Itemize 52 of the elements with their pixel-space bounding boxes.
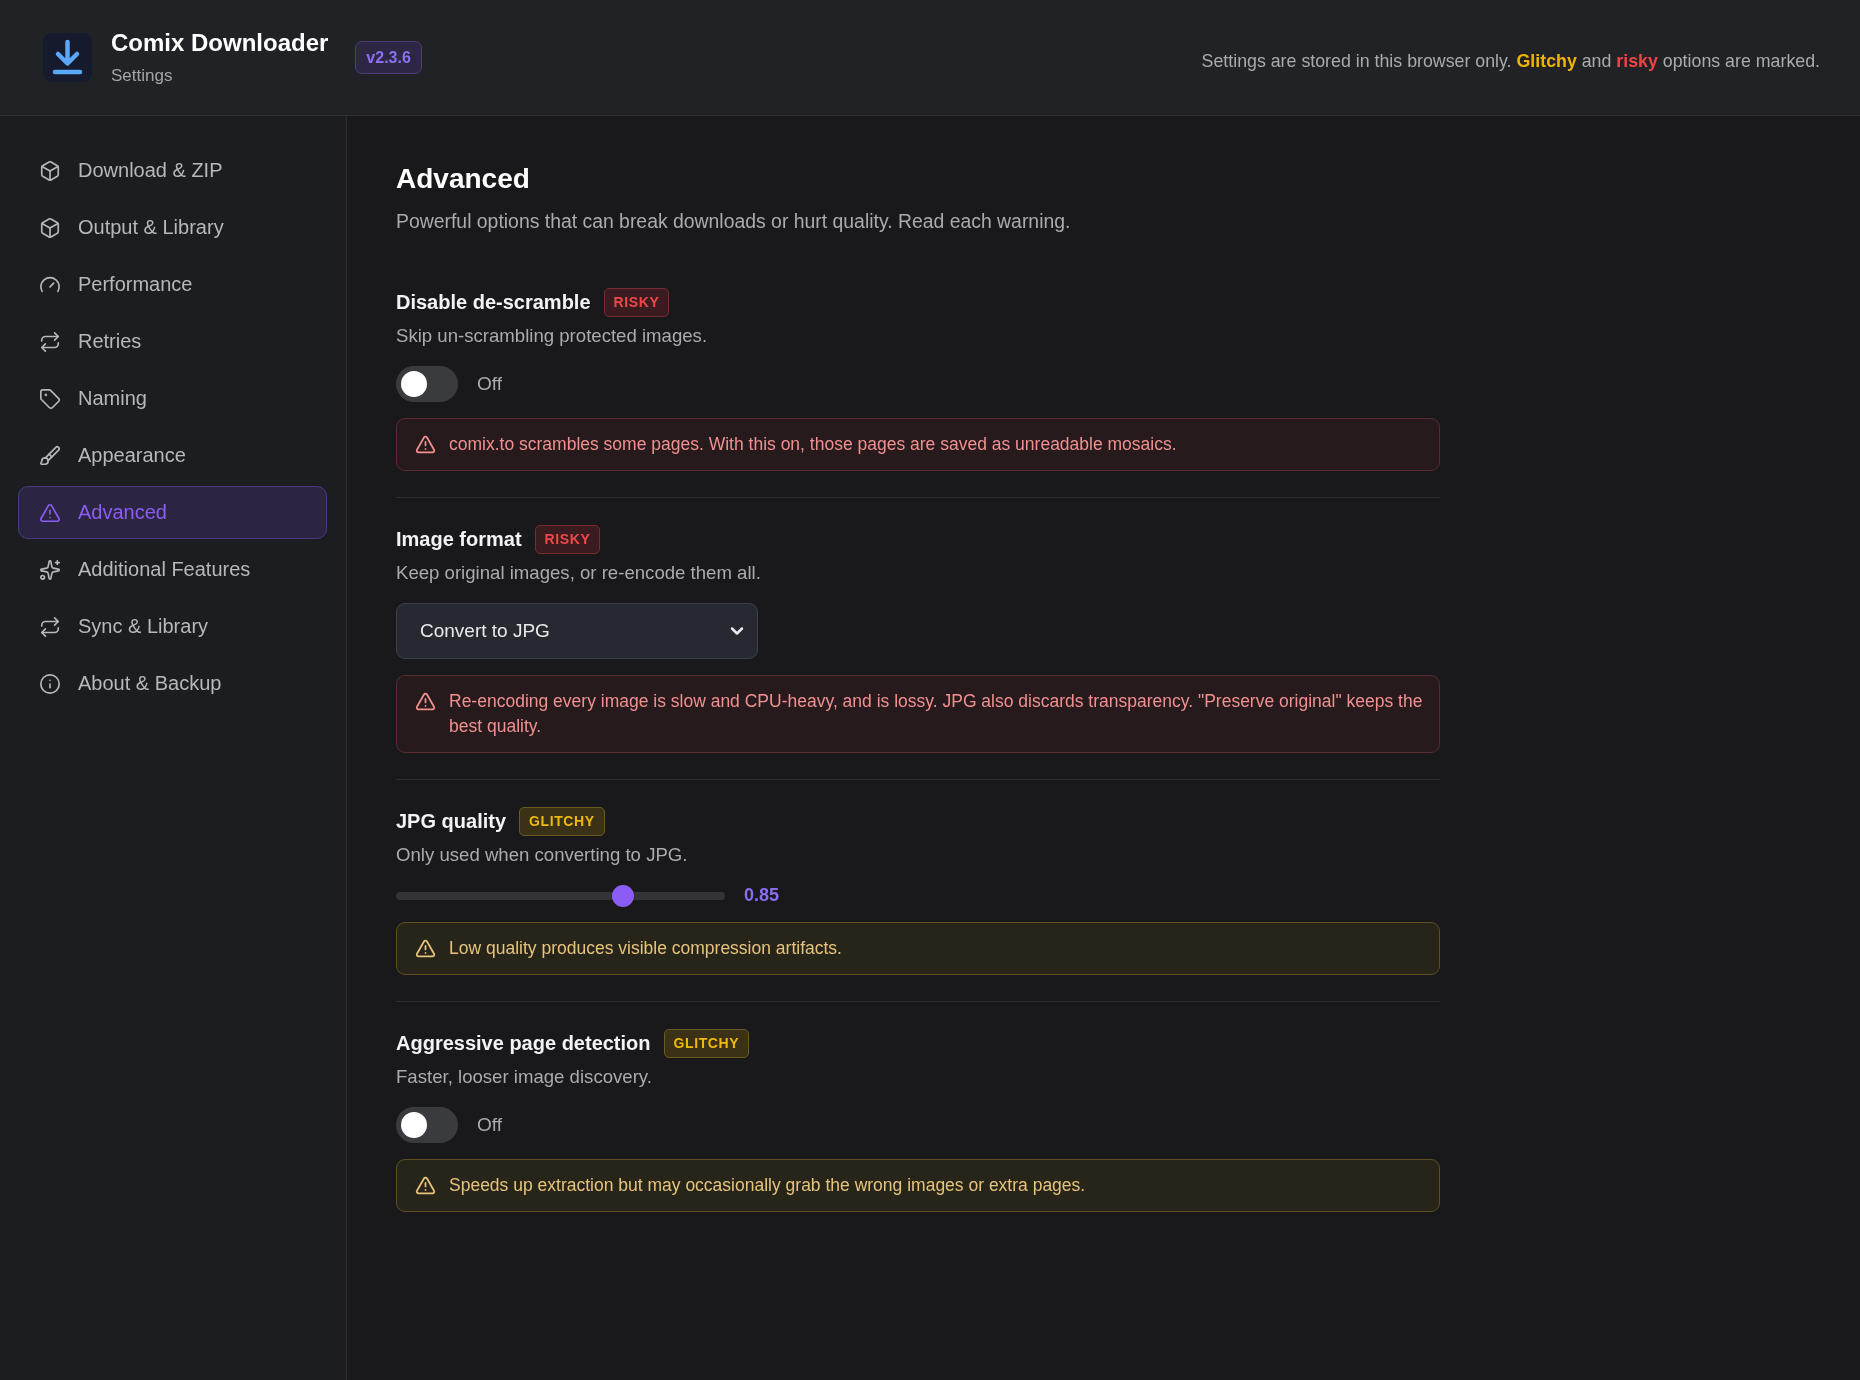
setting-description: Skip un-scrambling protected images.: [396, 324, 708, 348]
toggle-state-label: Off: [477, 373, 502, 395]
sidebar-item[interactable]: Download & ZIP: [18, 144, 327, 197]
setting-label: JPG quality: [396, 809, 507, 833]
warning-text: Re-encoding every image is slow and CPU-heavy, and is lossy. JPG also discards transparency. "Preserve original" keeps the best quality.: [449, 690, 1423, 738]
app-subtitle: Settings: [111, 64, 174, 87]
setting-label: Disable de-scramble: [396, 290, 591, 314]
sidebar-item[interactable]: Sync & Library: [18, 600, 327, 653]
repeat-arrows-icon: [39, 330, 61, 353]
slider-thumb[interactable]: [612, 884, 634, 907]
sidebar-item[interactable]: Retries: [18, 315, 327, 368]
setting-label: Aggressive page detection: [396, 1031, 651, 1055]
warning-icon: [415, 691, 436, 712]
sidebar-item[interactable]: Appearance: [18, 429, 327, 482]
download-logo-icon: [43, 33, 92, 82]
warning-icon: [415, 1175, 436, 1196]
slider-value: 0.85: [744, 885, 780, 906]
toggle-state-label: Off: [477, 1114, 502, 1136]
repeat-arrows-icon: [39, 615, 61, 638]
page-title: Advanced: [396, 162, 531, 196]
setting-description: Keep original images, or re-encode them all.: [396, 561, 761, 585]
page-description: Powerful options that can break downloads or hurt quality. Read each warning.: [396, 209, 1072, 233]
setting-label: Image format: [396, 527, 522, 551]
severity-tag: GLITCHY: [663, 1028, 750, 1058]
info-icon: [39, 672, 61, 695]
brush-icon: [39, 444, 61, 467]
sidebar-item[interactable]: Naming: [18, 372, 327, 425]
warning-text: Speeds up extraction but may occasionally grab the wrong images or extra pages.: [449, 1174, 1086, 1197]
version-tag: v2.3.6: [355, 41, 422, 74]
setting-description: Faster, looser image discovery.: [396, 1065, 652, 1089]
toggle-switch[interactable]: [396, 1107, 458, 1143]
sidebar-item[interactable]: Output & Library: [18, 201, 327, 254]
toggle-switch[interactable]: [396, 366, 458, 402]
severity-tag: GLITCHY: [519, 806, 605, 836]
sparkle-icon: [39, 558, 61, 581]
cube-icon: [39, 216, 61, 239]
setting-description: Only used when converting to JPG.: [396, 843, 688, 867]
warning-icon: [39, 501, 61, 524]
format-dropdown[interactable]: Convert to JPG: [396, 603, 758, 659]
app-title: Comix Downloader: [111, 27, 329, 58]
sidebar-item[interactable]: Performance: [18, 258, 327, 311]
warning-icon: [415, 434, 436, 455]
sidebar-item[interactable]: Additional Features: [18, 543, 327, 596]
tag-icon: [39, 387, 61, 410]
cube-icon: [39, 159, 61, 182]
warning-text: Low quality produces visible compression artifacts.: [449, 937, 842, 960]
warning-icon: [415, 938, 436, 959]
severity-tag: RISKY: [534, 524, 601, 554]
warning-text: comix.to scrambles some pages. With this on, those pages are saved as unreadable mosaics.: [449, 433, 1177, 456]
sidebar-item[interactable]: About & Backup: [18, 657, 327, 710]
severity-tag: RISKY: [603, 287, 670, 317]
storage-notice: Settings are stored in this browser only. Glitchy and risky options are marked.: [1201, 49, 1820, 73]
